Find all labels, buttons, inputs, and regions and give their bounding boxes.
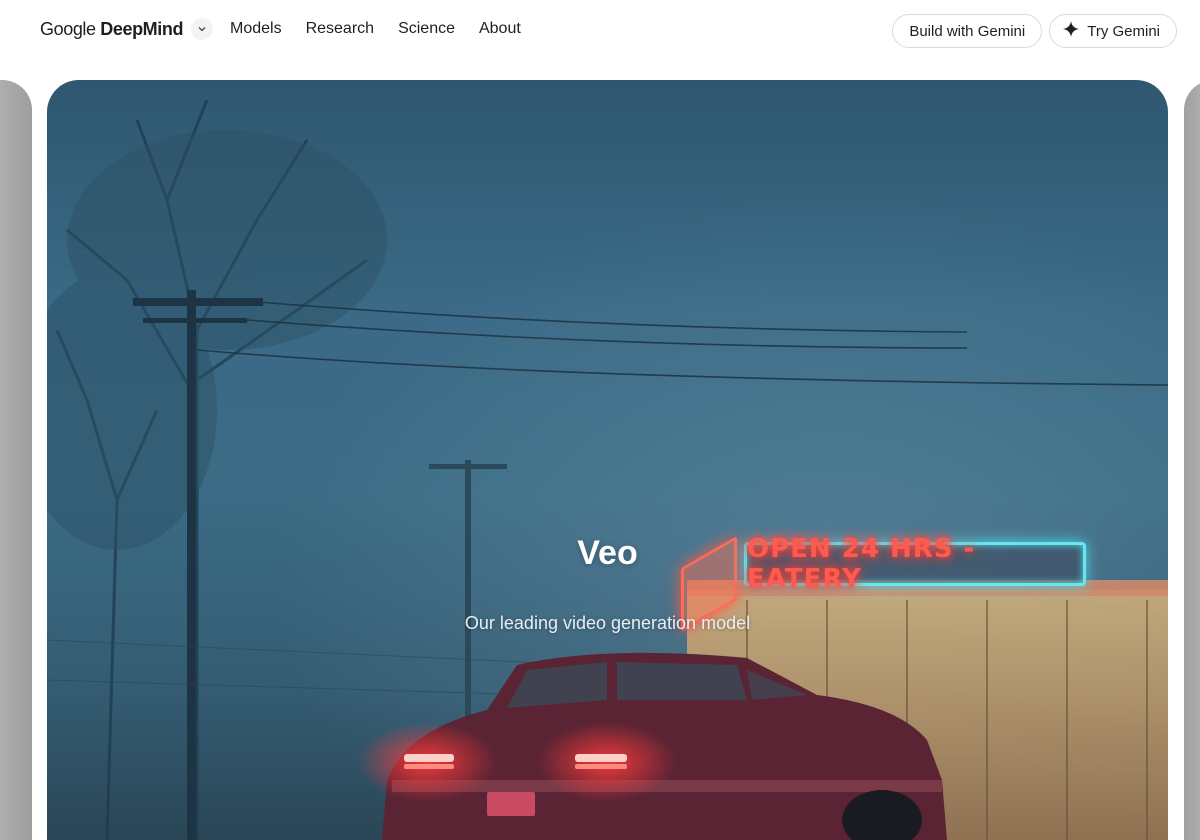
nav-item-models[interactable]: Models <box>230 20 282 38</box>
hero-subtitle: Our leading video generation model <box>464 613 751 633</box>
build-with-gemini-label: Build with Gemini <box>909 22 1026 40</box>
hero-background-image <box>47 80 1168 840</box>
try-gemini-button[interactable]: Try Gemini <box>1049 14 1177 48</box>
brand-google: Google <box>40 18 96 39</box>
sparkle-icon <box>1063 21 1080 41</box>
try-gemini-label: Try Gemini <box>1087 22 1160 40</box>
nav-item-about[interactable]: About <box>479 20 521 38</box>
main-nav: Models Research Science About <box>230 20 521 38</box>
hero-title: Veo <box>577 534 638 572</box>
nav-item-science[interactable]: Science <box>398 20 455 38</box>
header-actions: Build with Gemini Try Gemini <box>892 14 1177 48</box>
nav-item-research[interactable]: Research <box>306 20 374 38</box>
brand-deepmind: DeepMind <box>100 18 184 39</box>
carousel-prev-card[interactable] <box>0 80 32 840</box>
brand-logo[interactable]: Google DeepMind <box>40 19 183 40</box>
brand[interactable]: Google DeepMind <box>40 18 214 40</box>
build-with-gemini-button[interactable]: Build with Gemini <box>892 14 1043 48</box>
top-navigation-bar: Google DeepMind Models Research Science … <box>0 0 1200 64</box>
chevron-down-icon[interactable] <box>191 18 214 40</box>
carousel-next-card[interactable] <box>1184 80 1200 840</box>
hero-card[interactable]: OPEN 24 HRS - EATERY Veo Our leading vid… <box>47 80 1168 840</box>
